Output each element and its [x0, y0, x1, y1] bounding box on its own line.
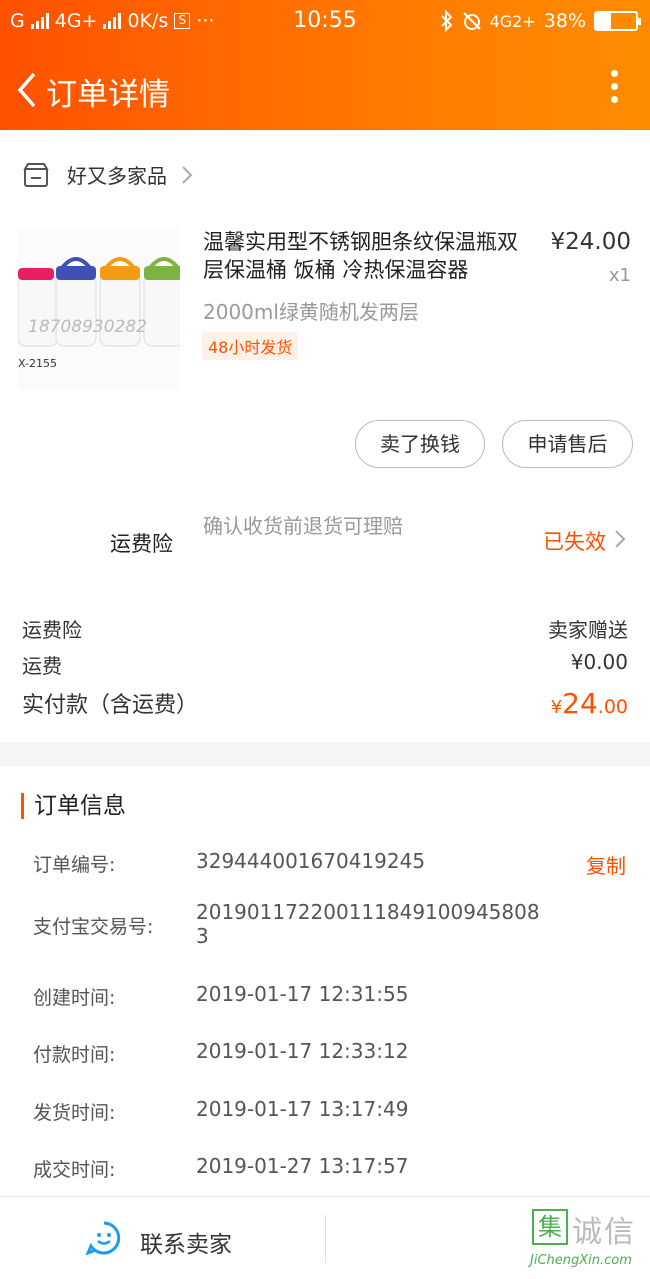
- insurance-status[interactable]: 已失效: [543, 526, 606, 556]
- chat-icon[interactable]: [86, 1220, 122, 1256]
- product-thumbnail-icon: 18708930282 X-2155: [18, 228, 180, 390]
- product-image[interactable]: 18708930282 X-2155: [18, 228, 180, 390]
- completed-time-value: 2019-01-27 13:17:57: [196, 1154, 409, 1178]
- order-info-section: 订单信息 订单编号: 329444001670419245 复制 支付宝交易号:…: [0, 766, 650, 1196]
- chevron-right-icon: [182, 165, 193, 184]
- shipping-tag: 48小时发货: [202, 332, 299, 360]
- product-sku: 2000ml绿黄随机发两层: [203, 300, 419, 324]
- divider: [325, 1215, 326, 1263]
- fee-row-total: 实付款（含运费） ¥24.00: [22, 687, 628, 720]
- insurance-label: 运费险: [110, 532, 173, 556]
- paid-time-label: 付款时间:: [33, 1044, 116, 1066]
- fee-row-insurance: 运费险 卖家赠送: [22, 614, 628, 643]
- sell-button[interactable]: 卖了换钱: [355, 420, 485, 468]
- paid-time-value: 2019-01-17 12:33:12: [196, 1039, 409, 1063]
- after-sale-button[interactable]: 申请售后: [502, 420, 633, 468]
- total-int: 24: [562, 687, 598, 720]
- fee-label: 运费: [22, 654, 62, 678]
- bottom-bar: 联系卖家 集 诚信 JiChengXin.com: [0, 1196, 650, 1279]
- watermark-cn: 诚信: [572, 1215, 636, 1250]
- fee-row-freight: 运费 ¥0.00: [22, 650, 628, 679]
- copy-button[interactable]: 复制: [586, 850, 626, 879]
- created-time-value: 2019-01-17 12:31:55: [196, 982, 409, 1006]
- bluetooth-icon: [440, 10, 453, 32]
- header: G 4G+ 0K/s S ··· 10:55 4G2+ 38% 订单详情: [0, 0, 650, 130]
- total-amount: ¥24.00: [551, 687, 628, 720]
- order-info-title: 订单信息: [21, 793, 126, 819]
- created-time-label: 创建时间:: [33, 987, 116, 1009]
- page-title: 订单详情: [46, 77, 170, 113]
- insurance-desc: 确认收货前退货可理赔: [203, 514, 403, 538]
- alipay-trade-value: 2019011722001118491009458083: [196, 900, 540, 948]
- watermark-en: JiChengXin.com: [530, 1253, 632, 1268]
- fee-value: ¥0.00: [570, 650, 628, 674]
- product-qty: x1: [608, 265, 631, 286]
- network-label-2: 4G2+: [489, 11, 536, 31]
- nav-bar: 订单详情: [0, 60, 650, 116]
- watermark-logo: 集: [532, 1209, 568, 1245]
- product-price: ¥24.00: [550, 229, 631, 255]
- status-bar: G 4G+ 0K/s S ··· 10:55 4G2+ 38%: [0, 0, 650, 44]
- site-watermark: 集 诚信 JiChengXin.com: [524, 1205, 644, 1275]
- contact-seller-button[interactable]: 联系卖家: [140, 1225, 232, 1259]
- fee-value: 卖家赠送: [548, 618, 628, 642]
- total-label: 实付款（含运费）: [22, 693, 199, 718]
- image-watermark: 18708930282: [28, 317, 147, 337]
- shop-row[interactable]: 好又多家品: [22, 160, 193, 189]
- image-code: X-2155: [18, 357, 57, 370]
- more-icon[interactable]: [610, 70, 620, 106]
- shipped-time-label: 发货时间:: [33, 1102, 116, 1124]
- alarm-off-icon: [462, 12, 481, 30]
- chevron-right-icon[interactable]: [614, 529, 626, 549]
- shop-name: 好又多家品: [67, 164, 167, 188]
- total-dec: .00: [597, 696, 628, 718]
- order-number-label: 订单编号:: [33, 854, 116, 876]
- total-symbol: ¥: [550, 697, 563, 718]
- order-card: 好又多家品 18708930282 X-2155 温馨实用型不锈钢胆条纹保温瓶双…: [0, 130, 650, 742]
- battery-percent: 38%: [543, 10, 586, 32]
- completed-time-label: 成交时间:: [33, 1159, 116, 1181]
- product-name[interactable]: 温馨实用型不锈钢胆条纹保温瓶双层保温桶 饭桶 冷热保温容器: [203, 228, 538, 284]
- battery-icon: [594, 11, 641, 31]
- order-number-value: 329444001670419245: [196, 849, 426, 873]
- shop-icon: [23, 162, 49, 187]
- shipped-time-value: 2019-01-17 13:17:49: [196, 1097, 409, 1121]
- alipay-trade-label: 支付宝交易号:: [33, 916, 154, 938]
- back-icon[interactable]: [14, 70, 44, 110]
- fee-label: 运费险: [22, 618, 82, 642]
